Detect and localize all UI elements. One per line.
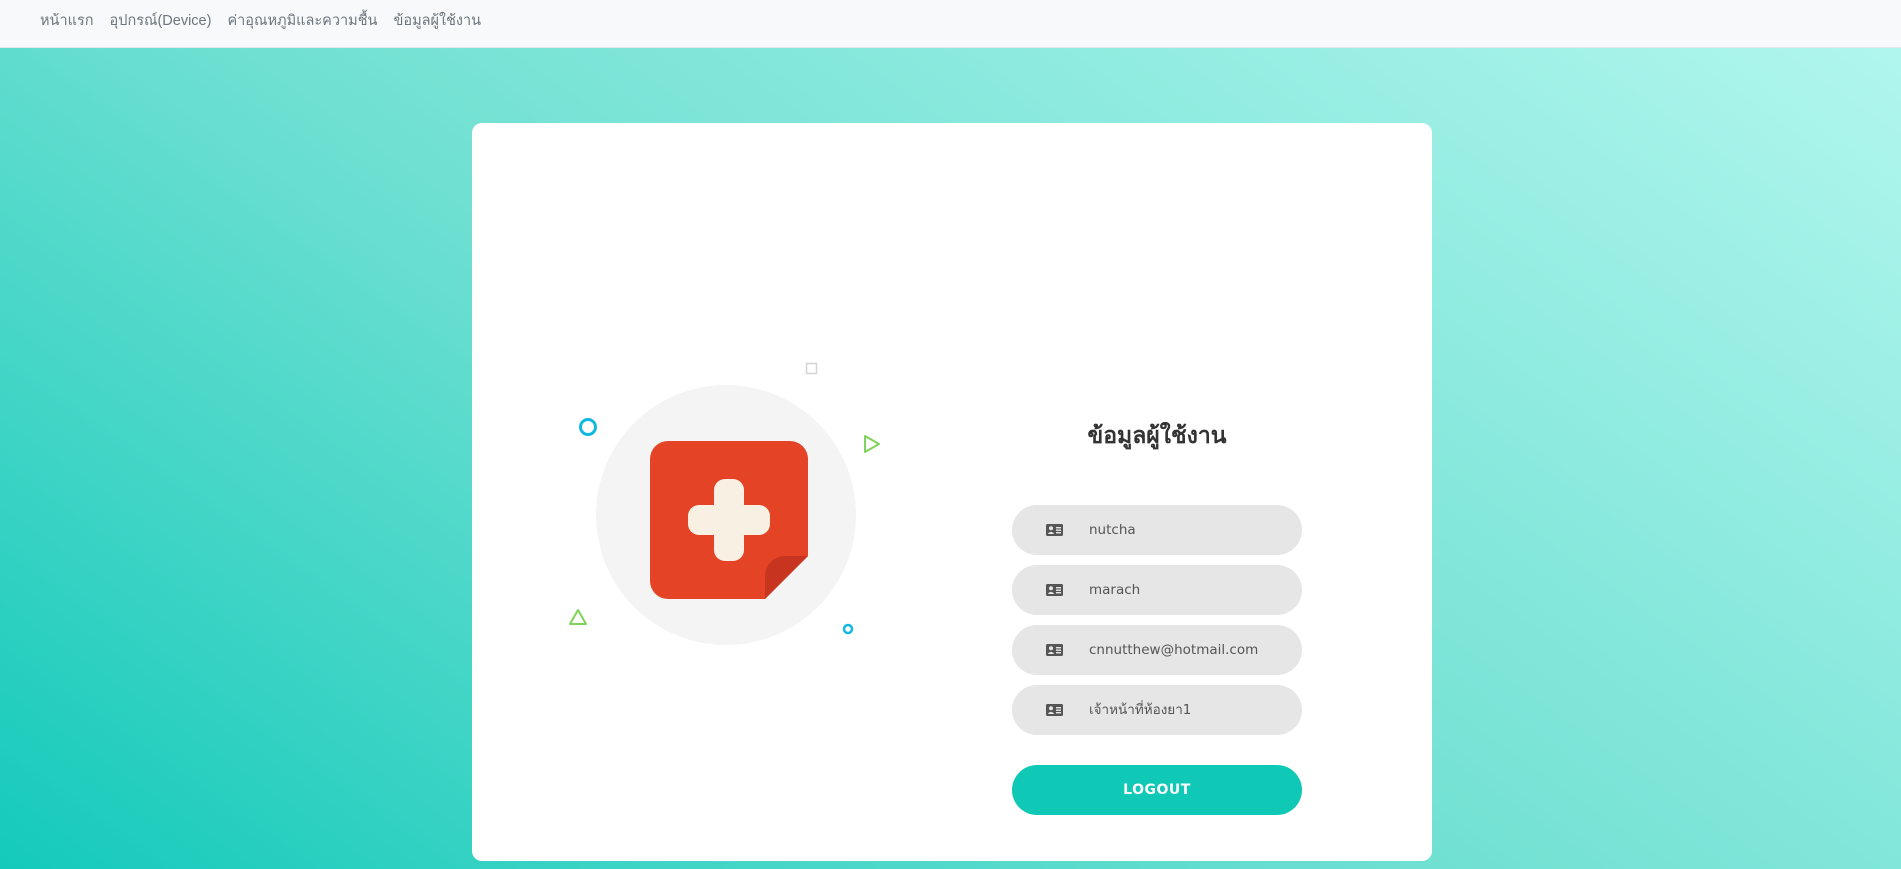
id-card-icon [1046, 644, 1063, 656]
top-navbar: หน้าแรก อุปกรณ์(Device) ค่าอุณหภูมิและคว… [0, 0, 1901, 48]
nav-link-home[interactable]: หน้าแรก [40, 9, 94, 32]
profile-illustration [472, 123, 1432, 861]
deco-small-ring-icon [842, 623, 854, 635]
id-card-icon [1046, 704, 1063, 716]
nav-link-device[interactable]: อุปกรณ์(Device) [110, 9, 212, 32]
profile-card: ข้อมูลผู้ใช้งาน nutcha marach cnnutthew@… [472, 123, 1432, 861]
id-card-icon [1046, 524, 1063, 536]
id-card-icon [1046, 584, 1063, 596]
last-name-value: marach [1089, 582, 1141, 598]
logout-button[interactable]: Logout [1012, 765, 1302, 815]
deco-play-triangle-icon [864, 435, 880, 453]
nav-link-user-info[interactable]: ข้อมูลผู้ใช้งาน [393, 9, 481, 32]
first-name-field[interactable]: nutcha [1012, 505, 1302, 555]
deco-square-icon [805, 362, 818, 375]
nav-link-temperature-humidity[interactable]: ค่าอุณหภูมิและความชื้น [227, 9, 377, 32]
deco-ring-icon [579, 418, 597, 436]
email-field[interactable]: cnnutthew@hotmail.com [1012, 625, 1302, 675]
profile-title: ข้อมูลผู้ใช้งาน [1087, 423, 1227, 449]
role-value: เจ้าหน้าที่ห้องยา1 [1089, 702, 1192, 718]
email-value: cnnutthew@hotmail.com [1089, 642, 1259, 658]
last-name-field[interactable]: marach [1012, 565, 1302, 615]
deco-up-triangle-icon [569, 609, 587, 625]
medical-cross-note-icon [650, 441, 808, 599]
nav-links: หน้าแรก อุปกรณ์(Device) ค่าอุณหภูมิและคว… [40, 0, 481, 40]
role-field[interactable]: เจ้าหน้าที่ห้องยา1 [1012, 685, 1302, 735]
first-name-value: nutcha [1089, 522, 1136, 538]
